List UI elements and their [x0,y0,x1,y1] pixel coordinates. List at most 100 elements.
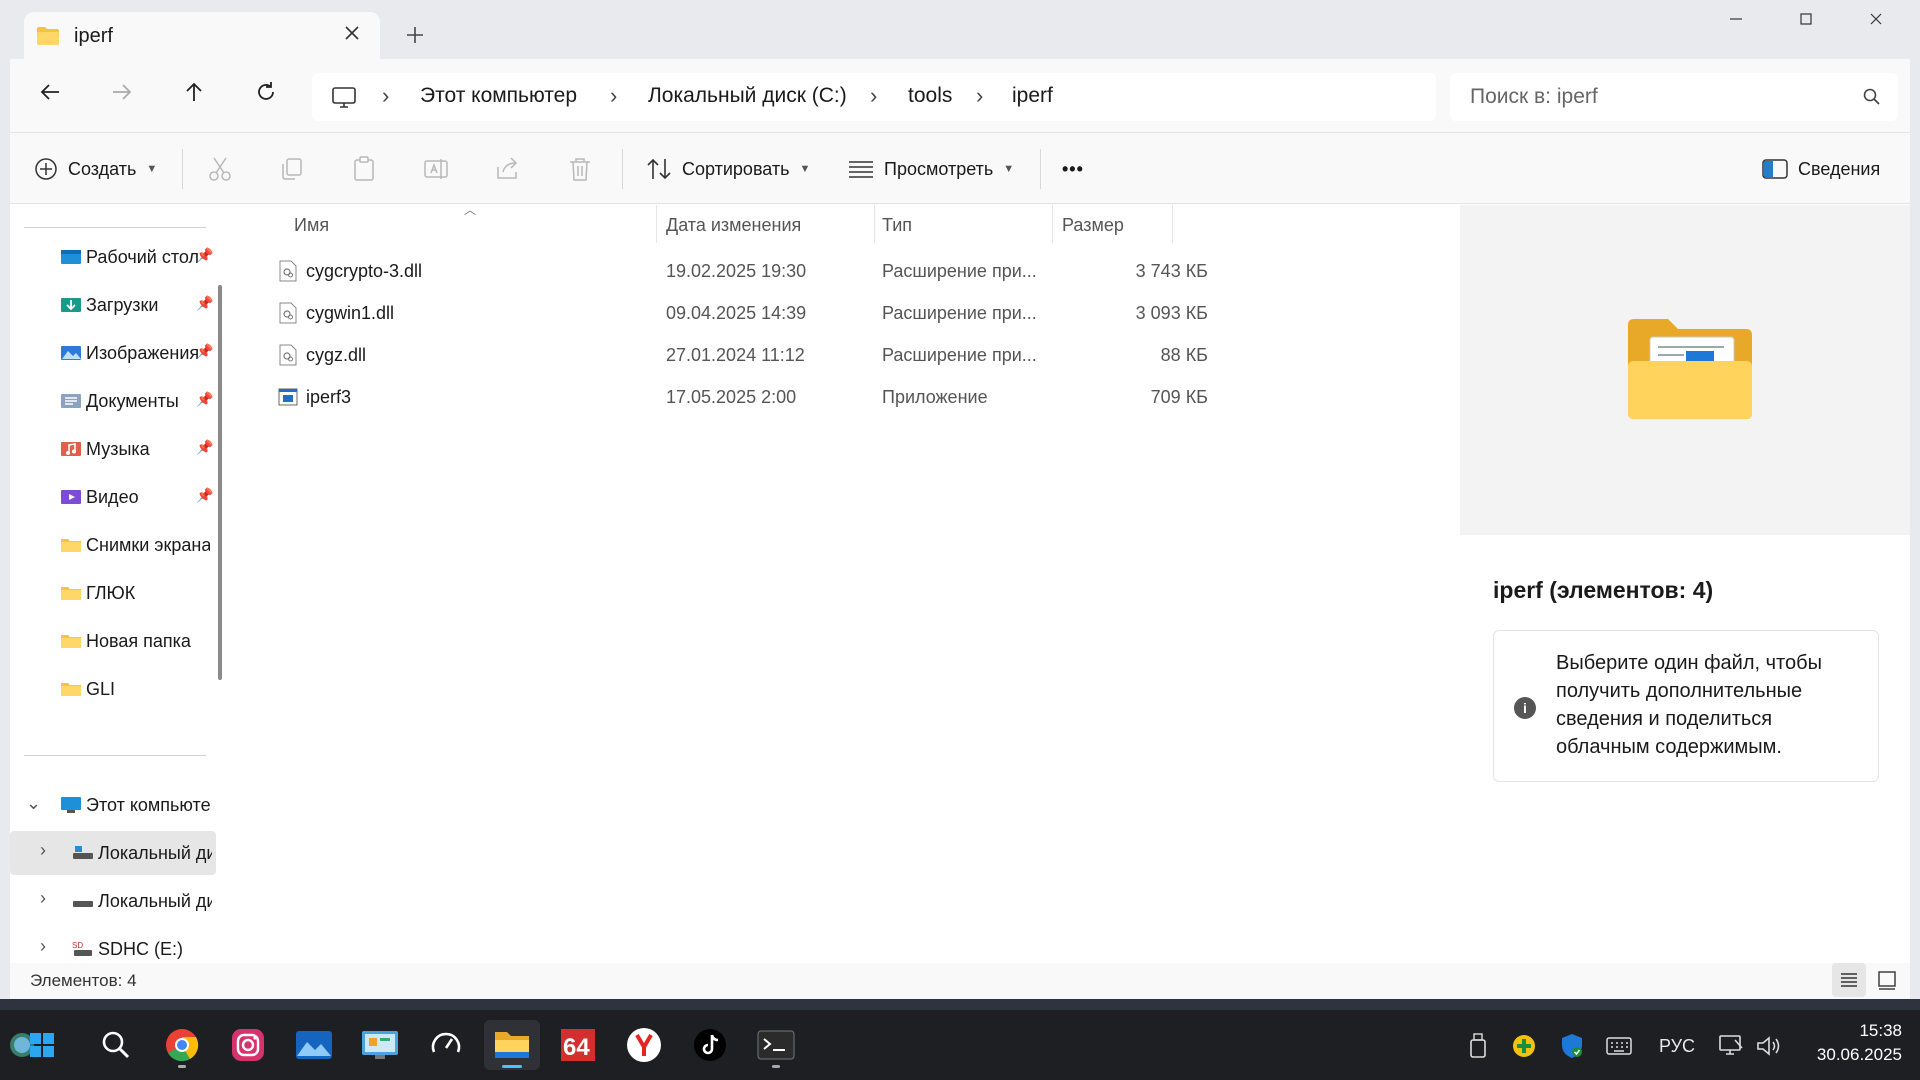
sidebar-scrollbar[interactable] [218,285,222,680]
clock-date[interactable]: 30.06.2025 [1800,1045,1902,1065]
network-tray-icon[interactable] [1716,1032,1746,1060]
pin-icon: 📌 [196,439,214,455]
search-input[interactable] [1470,73,1850,121]
column-divider[interactable] [1172,205,1173,243]
chevron-right-icon[interactable]: › [40,840,46,861]
tiktok-app[interactable] [682,1020,738,1070]
file-row[interactable]: cygwin1.dll 09.04.2025 14:39 Расширение … [272,292,1222,334]
close-window-button[interactable] [1846,8,1906,36]
column-divider[interactable] [656,205,657,243]
sidebar-item-desktop[interactable]: Рабочий стол 📌 [10,235,216,279]
sidebar-item-videos[interactable]: Видео 📌 [10,475,216,519]
sidebar-item-local-disk-d[interactable]: › Локальный диск (D:) [10,879,216,923]
sidebar-item-label: Снимки экрана [86,535,210,555]
terminal-app[interactable] [748,1020,804,1070]
search-box[interactable] [1450,73,1898,121]
instagram-icon [232,1029,264,1061]
forward-button[interactable] [102,79,142,113]
file-row[interactable]: cygz.dll 27.01.2024 11:12 Расширение при… [272,334,1222,376]
chevron-down-icon[interactable]: ⌄ [26,793,41,814]
chevron-right-icon[interactable]: › [40,936,46,957]
new-tab-button[interactable] [400,20,430,50]
dll-file-icon [279,344,297,366]
chevron-right-icon[interactable]: › [40,888,46,909]
sidebar-item-downloads[interactable]: Загрузки 📌 [10,283,216,327]
breadcrumb-iperf[interactable]: iperf [1012,84,1053,108]
sidebar-item-gli[interactable]: GLI [10,667,216,711]
sd-card-icon: SD [72,941,92,956]
instagram-app[interactable] [220,1020,276,1070]
sidebar-item-screenshots[interactable]: Снимки экрана [10,523,216,567]
sort-button[interactable]: Сортировать ▼ [646,133,810,205]
close-icon [345,26,359,40]
close-tab-button[interactable] [340,22,364,46]
sidebar-item-gluk[interactable]: ГЛЮК [10,571,216,615]
sidebar-item-new-folder[interactable]: Новая папка [10,619,216,663]
tab-iperf[interactable]: iperf [24,12,380,59]
rename-icon[interactable] [422,155,450,183]
sidebar-divider [24,227,206,228]
volume-tray-icon[interactable] [1754,1032,1784,1060]
active-indicator [502,1065,522,1068]
security-tray-icon[interactable] [1558,1032,1586,1060]
sidebar-item-pictures[interactable]: Изображения 📌 [10,331,216,375]
maximize-button[interactable] [1776,8,1836,36]
photos-app[interactable] [286,1020,342,1070]
column-header-date[interactable]: Дата изменения [666,205,801,245]
yandex-browser-app[interactable] [616,1020,672,1070]
large-icons-view-button[interactable] [1870,963,1904,997]
chevron-down-icon: ▼ [1003,163,1015,175]
speedtest-app[interactable] [418,1020,474,1070]
start-button[interactable] [8,1020,64,1070]
sidebar-item-documents[interactable]: Документы 📌 [10,379,216,423]
file-explorer-app[interactable] [484,1020,540,1070]
file-size: 88 КБ [1160,345,1208,365]
column-divider[interactable] [874,205,875,243]
chrome-app[interactable] [154,1020,210,1070]
column-header-type[interactable]: Тип [882,205,912,245]
search-taskbar-button[interactable] [88,1020,144,1070]
copy-icon[interactable] [278,155,306,183]
view-button[interactable]: Просмотреть ▼ [848,133,1014,205]
cut-icon[interactable] [206,155,234,183]
computer-icon [61,797,81,813]
file-row[interactable]: cygcrypto-3.dll 19.02.2025 19:30 Расшире… [272,250,1222,292]
dll-file-icon [279,260,297,282]
usb-tray-icon[interactable] [1466,1032,1490,1060]
create-button[interactable]: Создать ▼ [34,133,157,205]
refresh-button[interactable] [246,79,286,113]
search-icon[interactable] [1862,87,1882,112]
more-options-button[interactable]: ••• [1062,133,1084,205]
antivirus-tray-icon[interactable] [1510,1032,1538,1060]
sidebar-item-music[interactable]: Музыка 📌 [10,427,216,471]
details-view-button[interactable] [1832,963,1866,997]
share-icon[interactable] [494,155,522,183]
breadcrumb-tools[interactable]: tools [908,84,952,108]
up-button[interactable] [174,79,214,113]
sidebar-item-local-disk-c[interactable]: › Локальный диск (C:) [10,831,216,875]
column-header-size[interactable]: Размер [1062,205,1124,245]
sidebar-item-sdhc-e[interactable]: › SD SDHC (E:) [10,927,216,963]
minimize-button[interactable] [1706,8,1766,36]
file-row[interactable]: iperf3 17.05.2025 2:00 Приложение 709 КБ [272,376,1222,418]
tab-title: iperf [74,25,113,47]
address-bar[interactable]: › Этот компьютер › Локальный диск (C:) ›… [312,73,1436,121]
back-button[interactable] [30,79,70,113]
aida64-app[interactable]: 64 [550,1020,606,1070]
details-pane-button[interactable]: Сведения [1762,133,1880,205]
pin-icon: 📌 [196,487,214,503]
breadcrumb-local-disk-c[interactable]: Локальный диск (C:) [648,84,847,108]
language-indicator[interactable]: РУС [1652,1032,1702,1060]
delete-icon[interactable] [566,155,594,183]
breadcrumb-this-pc[interactable]: Этот компьютер [420,84,577,108]
paste-icon[interactable] [350,155,378,183]
sidebar-item-this-pc[interactable]: ⌄ Этот компьютер [10,783,216,827]
desktop-background [0,999,1920,1010]
exe-file-icon [278,388,298,406]
column-divider[interactable] [1052,205,1053,243]
keyboard-tray-icon[interactable] [1604,1032,1634,1060]
videos-icon [61,490,81,504]
clock-time[interactable]: 15:38 [1836,1021,1902,1041]
control-panel-app[interactable] [352,1020,408,1070]
column-header-name[interactable]: Имя [294,205,329,245]
